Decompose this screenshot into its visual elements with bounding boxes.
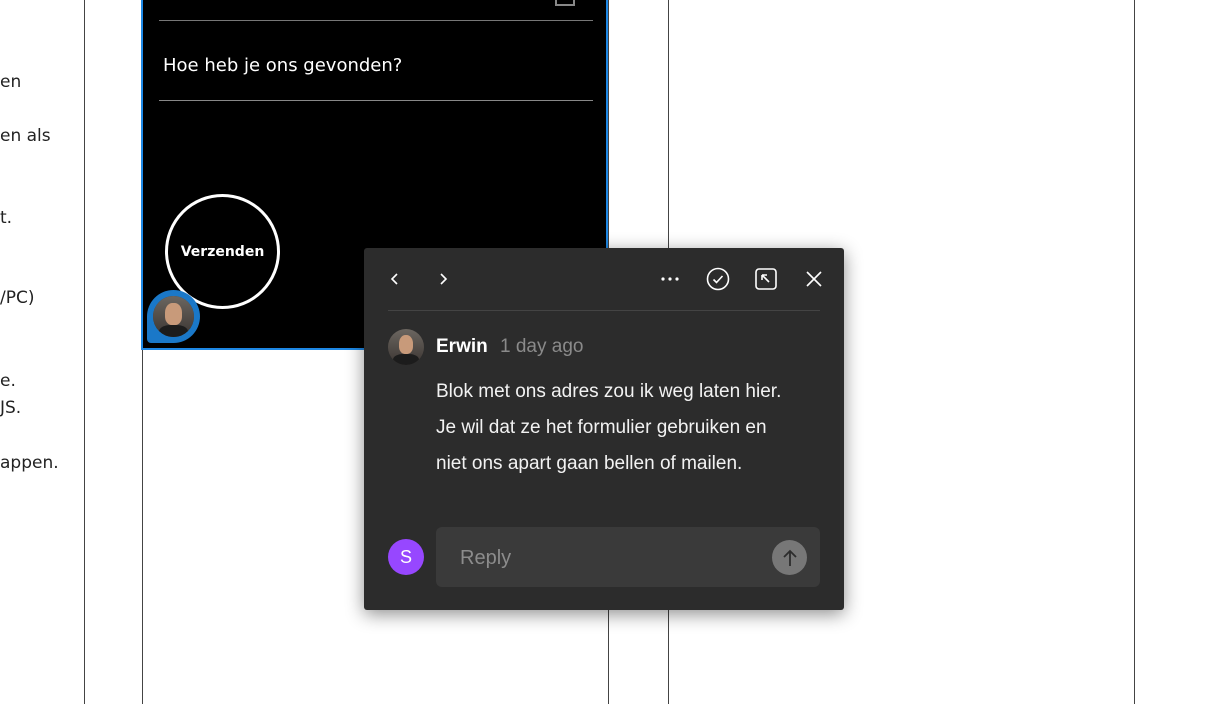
text-fragment: appen. xyxy=(0,453,59,473)
field-underline xyxy=(159,100,593,101)
text-fragment: e. xyxy=(0,371,16,391)
reply-box xyxy=(436,527,820,587)
text-fragment: en xyxy=(0,72,22,92)
chevron-right-icon[interactable] xyxy=(431,266,455,292)
avatar xyxy=(388,329,424,365)
reply-input[interactable] xyxy=(458,541,762,575)
comment-timestamp: 1 day ago xyxy=(500,336,584,357)
arrow-up-icon xyxy=(782,549,797,566)
more-icon[interactable] xyxy=(658,266,682,292)
text-fragment: JS. xyxy=(0,398,22,418)
chevron-left-icon[interactable] xyxy=(383,266,407,292)
frame-border-line xyxy=(1134,0,1135,704)
close-icon[interactable] xyxy=(802,266,826,292)
comment-text: Blok met ons adres zou ik weg laten hier… xyxy=(436,381,782,474)
send-button[interactable] xyxy=(772,540,807,575)
avatar: S xyxy=(388,539,424,575)
form-question-label[interactable]: Hoe heb je ons gevonden? xyxy=(163,55,402,76)
comment-author: Erwin xyxy=(436,336,488,357)
text-fragment: /PC) xyxy=(0,288,35,308)
field-icon xyxy=(555,0,575,6)
field-underline xyxy=(159,20,593,21)
frame-border-line xyxy=(84,0,85,704)
comment-popup: Erwin 1 day ago Blok met ons adres zou i… xyxy=(364,248,844,610)
divider xyxy=(388,310,820,311)
text-fragment: t. xyxy=(0,208,13,228)
jump-to-icon[interactable] xyxy=(754,266,778,292)
check-circle-icon[interactable] xyxy=(706,266,730,292)
text-fragment: en als xyxy=(0,126,51,146)
avatar xyxy=(153,296,194,337)
comment-pin[interactable] xyxy=(147,290,200,343)
